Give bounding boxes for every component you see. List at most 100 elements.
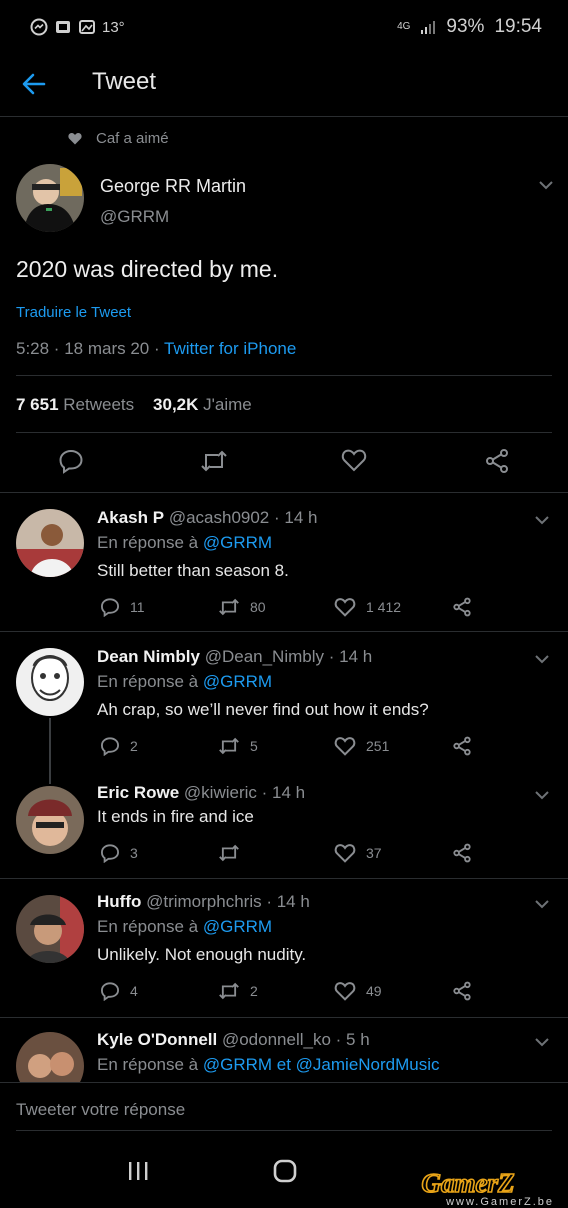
- like-button[interactable]: 37: [334, 843, 382, 863]
- reply-mention-link[interactable]: @GRRM: [203, 533, 272, 552]
- reply-meta: @odonnell_ko · 5 h: [217, 1030, 370, 1049]
- retweet-icon: [219, 844, 239, 862]
- retweet-button[interactable]: 2: [218, 981, 258, 1001]
- tweet-source-link[interactable]: Twitter for iPhone: [164, 339, 296, 358]
- tweet-stats: 7 651 Retweets 30,2K J'aime: [16, 395, 252, 415]
- reply-author[interactable]: Dean Nimbly @Dean_Nimbly · 14 h: [97, 647, 372, 667]
- reply-author[interactable]: Akash P @acash0902 · 14 h: [97, 508, 317, 528]
- divider: [16, 1130, 552, 1131]
- reply-count: 3: [130, 845, 138, 861]
- likes-stat[interactable]: 30,2K J'aime: [153, 395, 252, 414]
- tweet-actions: [0, 448, 568, 478]
- divider: [0, 116, 568, 117]
- back-arrow-icon: [22, 73, 46, 95]
- share-button[interactable]: [452, 736, 472, 756]
- reply-button[interactable]: 4: [100, 981, 138, 1001]
- status-bar: 13° 4G 93% 19:54: [0, 0, 568, 56]
- retweet-button[interactable]: 80: [218, 597, 266, 617]
- share-icon: [486, 449, 508, 473]
- like-button[interactable]: 49: [334, 981, 382, 1001]
- reply-text: It ends in fire and ice: [97, 807, 254, 826]
- reply-author[interactable]: Eric Rowe @kiwieric · 14 h: [97, 783, 305, 803]
- reply-tweet[interactable]: Huffo @trimorphchris · 14 h En réponse à…: [0, 879, 568, 1017]
- retweet-icon: [219, 982, 239, 1000]
- reply-composer[interactable]: Tweeter votre réponse: [0, 1082, 568, 1131]
- like-button[interactable]: 251: [334, 736, 389, 756]
- battery-level: 93%: [446, 16, 485, 37]
- status-right: 4G 93% 19:54: [397, 16, 542, 38]
- reply-input[interactable]: Tweeter votre réponse: [16, 1100, 185, 1120]
- reply-avatar-image: [16, 1032, 84, 1082]
- chevron-down-icon[interactable]: [534, 515, 550, 525]
- like-button[interactable]: 1 412: [334, 597, 401, 617]
- svg-text:GamerZ: GamerZ: [422, 1170, 515, 1198]
- reply-meta: @Dean_Nimbly · 14 h: [199, 647, 373, 666]
- reply-author[interactable]: Huffo @trimorphchris · 14 h: [97, 892, 310, 912]
- like-button[interactable]: [341, 448, 367, 472]
- likes-label: J'aime: [198, 395, 252, 414]
- watermark: GamerZ www.GamerZ.be: [382, 1170, 554, 1208]
- share-icon: [453, 981, 471, 1001]
- retweets-count: 7 651: [16, 395, 59, 414]
- reply-context: En réponse à @GRRM et @JamieNordMusic: [97, 1055, 440, 1075]
- reply-button[interactable]: 3: [100, 843, 138, 863]
- page-title: Tweet: [92, 68, 157, 95]
- reply-context-label: En réponse à: [97, 1055, 203, 1074]
- reply-actions: 3 37: [100, 843, 480, 863]
- chevron-down-icon[interactable]: [538, 180, 554, 190]
- reply-tweet[interactable]: Akash P @acash0902 · 14 h En réponse à @…: [0, 493, 568, 631]
- reply-avatar[interactable]: [16, 1032, 84, 1082]
- like-count: 1 412: [366, 599, 402, 615]
- translate-link[interactable]: Traduire le Tweet: [16, 304, 131, 321]
- status-left: 13°: [30, 18, 125, 36]
- retweets-stat[interactable]: 7 651 Retweets: [16, 395, 134, 414]
- chevron-down-icon[interactable]: [534, 899, 550, 909]
- chevron-down-icon[interactable]: [534, 1037, 550, 1047]
- retweet-button[interactable]: [200, 448, 228, 474]
- reply-avatar[interactable]: [16, 895, 84, 963]
- reply-meta: @acash0902 · 14 h: [164, 508, 318, 527]
- reply-icon: [100, 737, 120, 756]
- retweet-button[interactable]: 5: [218, 736, 258, 756]
- heart-icon: [334, 737, 356, 756]
- reply-tweet[interactable]: Kyle O'Donnell @odonnell_ko · 5 h En rép…: [0, 1018, 568, 1082]
- author-name[interactable]: George RR Martin: [100, 176, 246, 197]
- reply-avatar[interactable]: [16, 786, 84, 854]
- likes-count: 30,2K: [153, 395, 199, 414]
- reply-context-label: En réponse à: [97, 672, 203, 691]
- recent-apps-button[interactable]: [126, 1160, 150, 1182]
- share-button[interactable]: [452, 843, 472, 863]
- reply-actions: 2 5 251: [100, 736, 480, 756]
- retweet-button[interactable]: [218, 843, 250, 863]
- reply-tweet[interactable]: Eric Rowe @kiwieric · 14 h It ends in fi…: [0, 770, 568, 878]
- share-button[interactable]: [452, 981, 472, 1001]
- share-button[interactable]: [484, 448, 510, 474]
- reply-mention-link[interactable]: @GRRM: [203, 672, 272, 691]
- reply-mention-link[interactable]: @GRRM: [203, 917, 272, 936]
- tweet-timestamp: 5:28 · 18 mars 20 ·: [16, 339, 165, 358]
- author-handle[interactable]: @GRRM: [100, 207, 169, 227]
- gallery-icon: [79, 20, 95, 34]
- reply-mention-link[interactable]: @GRRM et @JamieNordMusic: [203, 1055, 440, 1074]
- home-button[interactable]: [272, 1158, 298, 1184]
- heart-icon: [68, 133, 82, 145]
- chevron-down-icon[interactable]: [534, 654, 550, 664]
- reply-context: En réponse à @GRRM: [97, 917, 272, 937]
- reply-author[interactable]: Kyle O'Donnell @odonnell_ko · 5 h: [97, 1030, 370, 1050]
- reply-tweet[interactable]: Dean Nimbly @Dean_Nimbly · 14 h En répon…: [0, 632, 568, 784]
- game-icon: [56, 21, 70, 33]
- reply-button[interactable]: 2: [100, 736, 138, 756]
- reply-button[interactable]: 11: [100, 597, 145, 617]
- reply-avatar-image: [16, 648, 84, 716]
- reply-avatar[interactable]: [16, 509, 84, 577]
- reply-avatar[interactable]: [16, 648, 84, 716]
- reply-context-label: En réponse à: [97, 917, 203, 936]
- reply-avatar-image: [16, 509, 84, 577]
- author-avatar[interactable]: [16, 164, 84, 232]
- back-button[interactable]: [20, 70, 52, 98]
- retweet-count: 80: [250, 599, 266, 615]
- share-button[interactable]: [452, 597, 472, 617]
- reply-button[interactable]: [58, 448, 84, 474]
- chevron-down-icon[interactable]: [534, 790, 550, 800]
- reply-meta: @kiwieric · 14 h: [179, 783, 306, 802]
